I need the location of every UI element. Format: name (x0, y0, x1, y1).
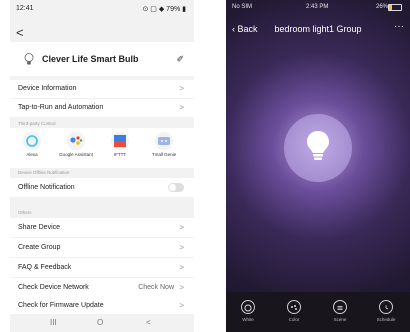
tmall-genie-icon (155, 132, 173, 150)
row-device-information[interactable]: Device Information > (10, 80, 194, 98)
chevron-right-icon: > (179, 301, 184, 310)
power-toggle-button[interactable] (284, 114, 352, 182)
more-icon[interactable]: ··· (394, 21, 404, 32)
third-party-label: IFTTT (113, 152, 127, 157)
row-create-group[interactable]: Create Group > (10, 238, 194, 257)
chevron-right-icon: > (179, 243, 184, 252)
row-label: Device Information (18, 85, 77, 92)
chevron-right-icon: > (179, 283, 184, 292)
tab-label: Schedule (376, 317, 396, 322)
third-party-alexa[interactable]: Alexa (14, 132, 50, 157)
carrier-label: No SIM (232, 4, 253, 10)
white-mode-icon (241, 300, 255, 314)
device-name: Clever Life Smart Bulb (42, 54, 139, 64)
row-label: Check Device Network (18, 284, 89, 291)
scene-icon (333, 300, 347, 314)
alexa-icon (23, 132, 41, 150)
home-button[interactable]: O (97, 318, 103, 327)
section-title-third-party: Third-party Control (18, 121, 56, 126)
device-header-card: Clever Life Smart Bulb ✐ (10, 42, 194, 76)
chevron-right-icon: > (179, 223, 184, 232)
chevron-right-icon: > (179, 263, 184, 272)
status-icons: ⊙ ▢ ◆ 79% ▮ (142, 6, 186, 13)
third-party-google-assistant[interactable]: Google Assistant (58, 132, 94, 157)
row-label: Tap-to-Run and Automation (18, 104, 104, 111)
clock-icon (379, 300, 393, 314)
tab-scene[interactable]: Scene (322, 300, 358, 322)
tab-schedule[interactable]: Schedule (368, 300, 404, 322)
row-label: Share Device (18, 224, 61, 231)
lightbulb-icon (307, 131, 329, 160)
status-time: 2:43 PM (306, 4, 329, 10)
recent-apps-button[interactable]: III (50, 318, 57, 327)
back-button[interactable]: ‹ Back (232, 24, 258, 34)
third-party-panel: Alexa Google Assistant IFTTT Tmall Genie (10, 128, 194, 168)
section-title-others: Others (18, 210, 32, 215)
tab-color[interactable]: Color (276, 300, 312, 322)
tab-label: Color (288, 317, 300, 322)
left-phone-screen: 12:41 ⊙ ▢ ◆ 79% ▮ < Clever Life Smart Bu… (10, 0, 194, 332)
status-bar: 12:41 ⊙ ▢ ◆ 79% ▮ (10, 0, 194, 20)
palette-icon (287, 300, 301, 314)
section-title-offline: Device Offline Notification (18, 170, 70, 175)
tab-label: White (242, 317, 254, 322)
battery-percent: 26% (376, 4, 389, 10)
battery-icon (388, 4, 402, 11)
third-party-label: Tmall Genie (151, 152, 177, 157)
nav-back-button[interactable]: < (146, 318, 151, 327)
row-share-device[interactable]: Share Device > (10, 218, 194, 237)
right-phone-screen: No SIM 2:43 PM 26% bedroom light1 Group … (226, 0, 410, 332)
row-check-device-network[interactable]: Check Device Network Check Now > (10, 278, 194, 297)
row-tap-to-run[interactable]: Tap-to-Run and Automation > (10, 99, 194, 117)
row-label: Check for Firmware Update (18, 302, 104, 309)
tab-label: Scene (333, 317, 347, 322)
ifttt-icon (111, 132, 129, 150)
third-party-label: Alexa (26, 152, 38, 157)
back-label: Back (237, 24, 258, 34)
row-label: FAQ & Feedback (18, 264, 72, 271)
third-party-tmall-genie[interactable]: Tmall Genie (146, 132, 182, 157)
android-nav-bar: III O < (10, 314, 194, 332)
check-now-link[interactable]: Check Now (138, 284, 174, 291)
status-bar: No SIM 2:43 PM 26% (226, 0, 410, 14)
nav-header: bedroom light1 Group ‹ Back ··· (226, 16, 410, 40)
edit-name-icon[interactable]: ✐ (176, 54, 184, 65)
google-assistant-icon (67, 132, 85, 150)
third-party-ifttt[interactable]: IFTTT (102, 132, 138, 157)
tab-white[interactable]: White (230, 300, 266, 322)
back-button[interactable]: < (16, 25, 24, 40)
offline-notification-toggle[interactable] (168, 183, 184, 192)
row-label: Offline Notification (18, 184, 75, 191)
chevron-right-icon: > (179, 103, 184, 112)
row-label: Create Group (18, 244, 61, 251)
status-time: 12:41 (16, 5, 34, 12)
battery-level (389, 5, 393, 10)
row-firmware-update[interactable]: Check for Firmware Update > (10, 297, 194, 314)
row-faq-feedback[interactable]: FAQ & Feedback > (10, 258, 194, 277)
bulb-icon (24, 53, 34, 65)
third-party-label: Google Assistant (59, 152, 93, 157)
bottom-tab-bar: White Color Scene Schedule (226, 292, 410, 332)
row-offline-notification: Offline Notification (10, 178, 194, 197)
chevron-right-icon: > (179, 84, 184, 93)
